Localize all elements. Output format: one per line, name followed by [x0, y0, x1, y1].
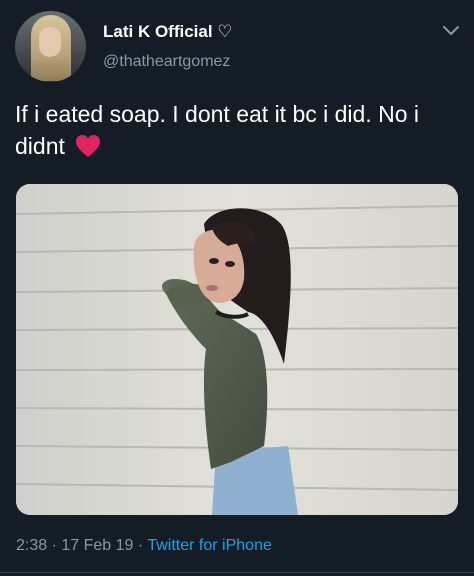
tweet-date[interactable]: 17 Feb 19	[61, 537, 133, 554]
user-handle[interactable]: @thatheartgomez	[103, 53, 230, 71]
avatar[interactable]	[15, 11, 86, 82]
meta-separator: ·	[47, 537, 62, 554]
divider	[0, 572, 474, 573]
red-heart-icon	[76, 135, 101, 157]
tweet-source-link[interactable]: Twitter for iPhone	[147, 537, 272, 554]
photo-illustration	[16, 184, 458, 515]
tweet-metadata: 2:38 · 17 Feb 19 · Twitter for iPhone	[16, 537, 272, 555]
meta-separator: ·	[133, 537, 148, 554]
tweet-time[interactable]: 2:38	[16, 537, 47, 554]
display-name[interactable]: Lati K Official ♡	[103, 22, 233, 42]
chevron-down-icon[interactable]	[441, 24, 461, 38]
avatar-face	[39, 27, 61, 57]
tweet-photo[interactable]	[16, 184, 458, 515]
tweet-text: If i eated soap. I dont eat it bc i did.…	[15, 98, 465, 162]
